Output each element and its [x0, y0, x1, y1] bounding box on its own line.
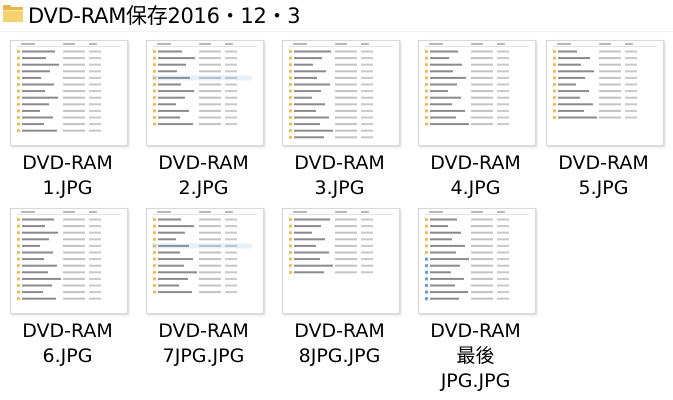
- file-thumbnail: [546, 40, 664, 146]
- thumbnail-preview: [289, 211, 393, 274]
- file-item-1[interactable]: DVD-RAM 1.JPG: [0, 40, 135, 200]
- file-name: DVD-RAM 8JPG.JPG: [294, 320, 385, 367]
- title-divider: [0, 31, 673, 32]
- file-item-9[interactable]: DVD-RAM 最後 JPG.JPG: [408, 208, 543, 393]
- thumbnail-preview: [425, 211, 529, 301]
- file-name: DVD-RAM 5.JPG: [558, 152, 649, 199]
- thumbnail-preview: [289, 43, 393, 139]
- file-item-6[interactable]: DVD-RAM 6.JPG: [0, 208, 135, 368]
- file-thumbnail: [10, 40, 128, 146]
- file-thumbnail: [146, 40, 264, 146]
- folder-icon: [3, 5, 23, 22]
- title-bar: DVD-RAM保存2016・12・3: [0, 0, 673, 32]
- file-name: DVD-RAM 2.JPG: [158, 152, 249, 199]
- file-thumbnail: [418, 208, 536, 314]
- thumbnail-preview: [152, 43, 257, 126]
- thumbnail-preview: [17, 211, 121, 301]
- thumbnail-preview: [553, 43, 657, 119]
- file-thumbnail: [282, 40, 400, 146]
- file-name: DVD-RAM 6.JPG: [22, 320, 113, 367]
- file-item-8[interactable]: DVD-RAM 8JPG.JPG: [272, 208, 407, 368]
- file-item-7[interactable]: DVD-RAM 7JPG.JPG: [136, 208, 271, 368]
- file-thumbnail: [146, 208, 264, 314]
- file-item-4[interactable]: DVD-RAM 4.JPG: [408, 40, 543, 200]
- file-name: DVD-RAM 最後 JPG.JPG: [430, 320, 521, 392]
- file-name: DVD-RAM 3.JPG: [294, 152, 385, 199]
- file-thumbnail: [418, 40, 536, 146]
- file-thumbnail: [10, 208, 128, 314]
- file-item-3[interactable]: DVD-RAM 3.JPG: [272, 40, 407, 200]
- thumbnail-preview: [17, 43, 121, 133]
- thumbnail-preview: [152, 211, 257, 294]
- file-name: DVD-RAM 4.JPG: [430, 152, 521, 199]
- thumbnail-preview: [425, 43, 529, 126]
- file-thumbnail: [282, 208, 400, 314]
- window-title: DVD-RAM保存2016・12・3: [28, 4, 301, 28]
- file-name: DVD-RAM 7JPG.JPG: [158, 320, 249, 367]
- file-item-5[interactable]: DVD-RAM 5.JPG: [536, 40, 671, 200]
- file-item-2[interactable]: DVD-RAM 2.JPG: [136, 40, 271, 200]
- file-name: DVD-RAM 1.JPG: [22, 152, 113, 199]
